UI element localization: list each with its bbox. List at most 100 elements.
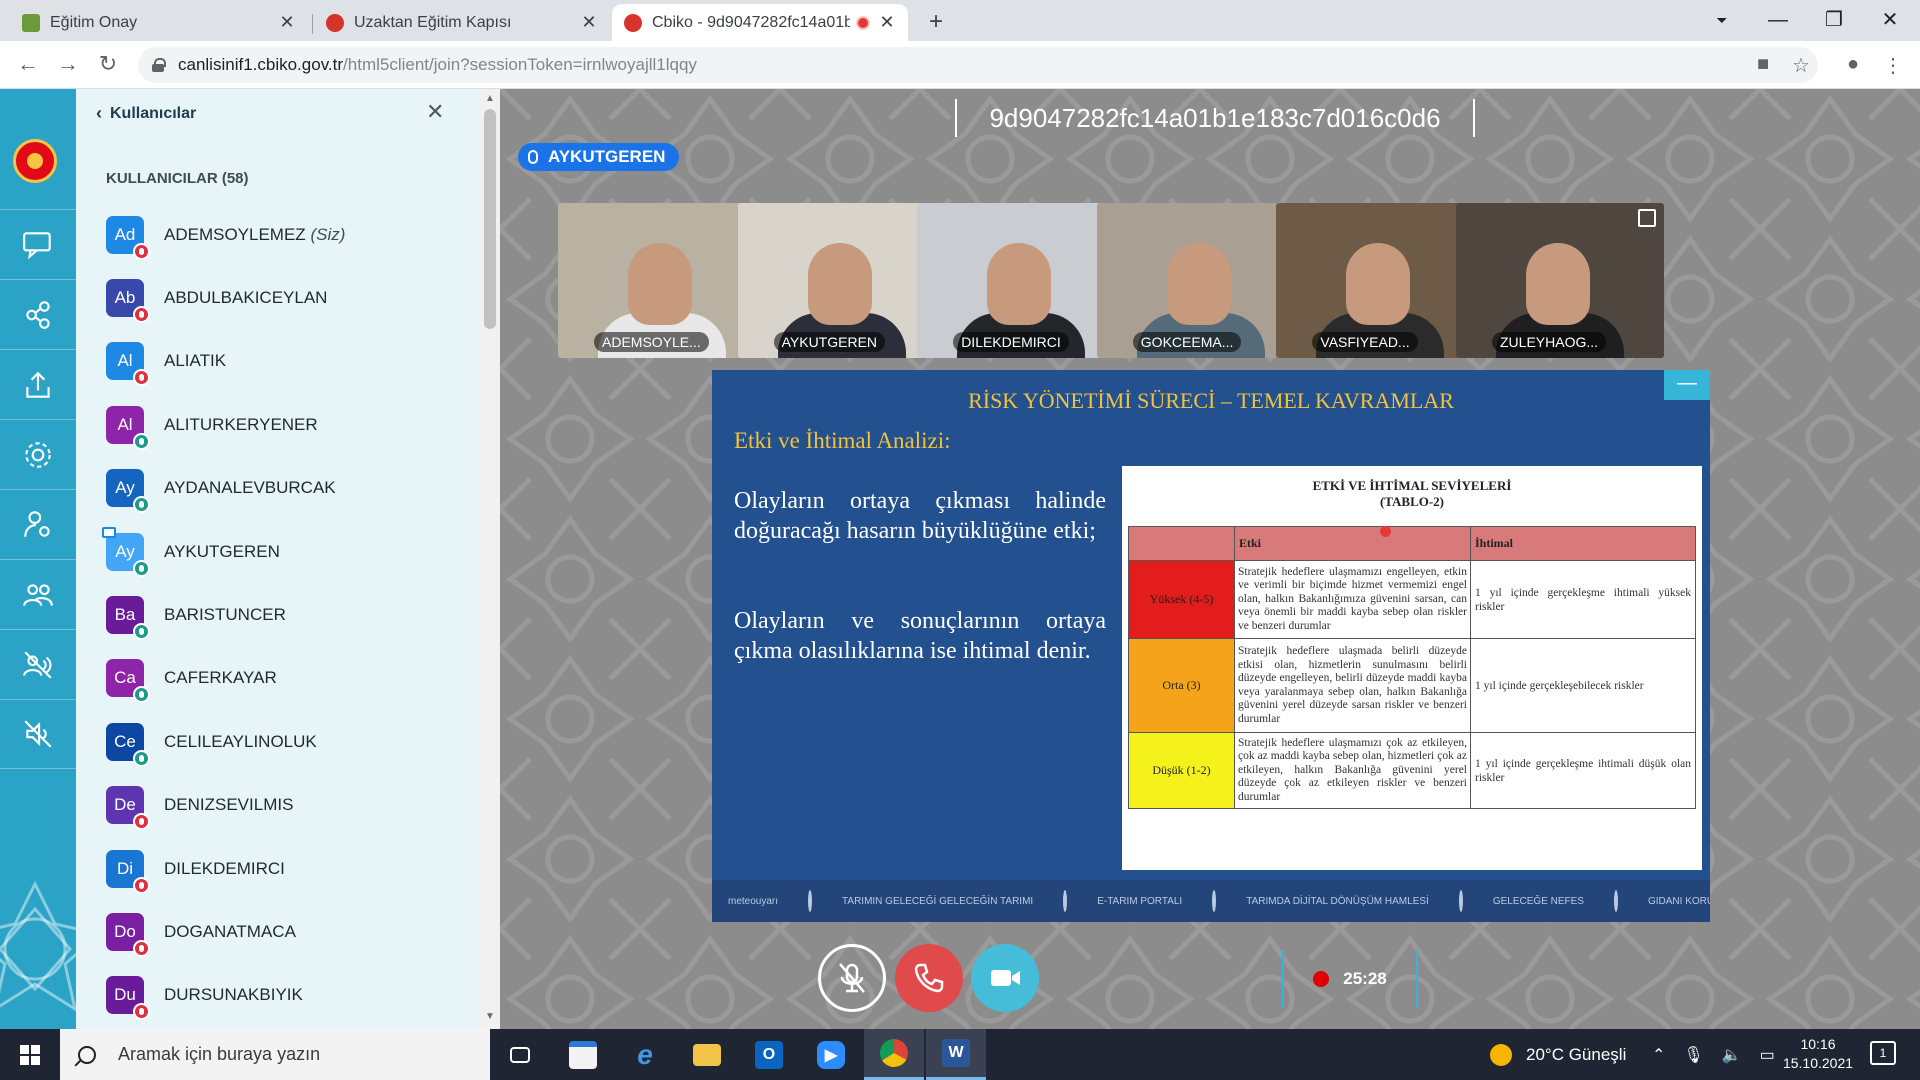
microphone-muted-icon xyxy=(133,242,150,260)
address-bar[interactable]: canlisinif1.cbiko.gov.tr/html5client/joi… xyxy=(138,47,1818,83)
fullscreen-icon[interactable] xyxy=(1638,209,1656,227)
user-list-item[interactable]: De DENIZSEVILMIS xyxy=(106,774,466,837)
avatar-initials: Ba xyxy=(114,605,136,625)
user-name: ALITURKERYENER xyxy=(164,415,318,435)
user-list-item[interactable]: Di DILEKDEMIRCI xyxy=(106,837,466,900)
webcam-tile[interactable]: VASFIYEAD... xyxy=(1276,203,1485,358)
scrollbar-thumb[interactable] xyxy=(484,109,496,329)
internet-explorer-icon: e xyxy=(637,1038,653,1070)
minimize-button[interactable]: — xyxy=(1758,4,1798,36)
more-menu-icon[interactable]: ⋮ xyxy=(1880,53,1906,78)
user-list-item[interactable]: Ay AYKUTGEREN xyxy=(102,520,466,583)
speaker-muted-icon[interactable]: 🔈 xyxy=(1722,1045,1742,1065)
lock-audio-button[interactable] xyxy=(0,699,76,769)
user-list-item[interactable]: Ab ABDULBAKICEYLAN xyxy=(106,266,466,329)
user-list-item[interactable]: Al ALIATIK xyxy=(106,330,466,393)
webcam-user-name[interactable]: GOKCEEMA... xyxy=(1132,332,1242,352)
close-icon[interactable]: ✕ xyxy=(580,12,598,33)
impact-probability-table: Etki İhtimal Yüksek (4-5) Stratejik hedef… xyxy=(1128,526,1696,809)
webcam-user-name[interactable]: ADEMSOYLE... xyxy=(594,332,709,352)
ihtimal-cell: 1 yıl içinde gerçekleşme ihtimali yüksek… xyxy=(1470,560,1696,639)
slide-table-title-line1: ETKİ VE İHTİMAL SEVİYELERİ xyxy=(1312,478,1512,493)
recording-time: 25:28 xyxy=(1343,969,1387,988)
footer-logo-icon xyxy=(1613,890,1618,912)
profile-avatar-icon[interactable]: ● xyxy=(1840,53,1866,76)
tab-favicon-icon xyxy=(22,13,40,32)
back-button[interactable]: ← xyxy=(14,51,42,77)
taskbar-zoom[interactable]: ▶ xyxy=(801,1029,861,1080)
user-list-item[interactable]: Ad ADEMSOYLEMEZ (Siz) xyxy=(106,203,466,266)
browser-tab-cbiko[interactable]: Cbiko - 9d9047282fc14a01b ✕ xyxy=(612,4,908,41)
mute-all-button[interactable] xyxy=(0,629,76,699)
unmute-microphone-button[interactable] xyxy=(818,944,886,1012)
chevron-left-icon[interactable]: ‹ xyxy=(96,103,102,124)
taskbar-outlook[interactable]: O xyxy=(739,1029,799,1080)
browser-tab-egitim-onay[interactable]: Eğitim Onay ✕ xyxy=(10,4,308,41)
scroll-up-icon[interactable]: ▲ xyxy=(485,93,495,104)
leave-audio-button[interactable] xyxy=(895,944,963,1012)
user-list-item[interactable]: Ca CAFERKAYAR xyxy=(106,647,466,710)
webcam-tile[interactable]: DILEKDEMIRCI xyxy=(917,203,1126,358)
microphone-tray-icon[interactable]: 🎙 xyxy=(1683,1045,1703,1065)
user-list-item[interactable]: Ay AYDANALEVBURCAK xyxy=(106,457,466,520)
notification-count: 1 xyxy=(1879,1046,1887,1060)
camera-permission-icon[interactable]: ■ xyxy=(1750,53,1776,76)
scroll-down-icon[interactable]: ▼ xyxy=(485,1011,495,1022)
taskbar-clock[interactable]: 10:16 15.10.2021 xyxy=(1776,1035,1860,1073)
share-button[interactable] xyxy=(0,279,76,349)
headphones-icon xyxy=(133,496,150,514)
users-panel-scrollbar[interactable]: ▲ ▼ xyxy=(480,89,500,1029)
taskbar-file-explorer[interactable] xyxy=(677,1029,737,1080)
person-face xyxy=(1346,243,1411,325)
webcam-tile[interactable]: ZULEYHAOG... xyxy=(1456,203,1664,358)
close-icon[interactable]: ✕ xyxy=(278,12,296,33)
weather-widget[interactable]: 20°C Güneşli xyxy=(1490,1029,1626,1080)
settings-button[interactable] xyxy=(0,419,76,489)
close-icon[interactable]: ✕ xyxy=(878,12,896,33)
settings-icon xyxy=(25,441,51,468)
reload-button[interactable]: ↻ xyxy=(94,51,122,77)
task-view-button[interactable] xyxy=(490,1029,550,1080)
recording-timer[interactable]: 25:28 xyxy=(1282,950,1418,1008)
share-webcam-button[interactable] xyxy=(971,944,1039,1012)
close-window-button[interactable]: ✕ xyxy=(1870,4,1910,36)
bookmark-star-icon[interactable]: ☆ xyxy=(1788,53,1814,78)
user-list-item[interactable]: Du DURSUNAKBIYIK xyxy=(106,964,466,1027)
taskbar-search[interactable]: Aramak için buraya yazın xyxy=(60,1029,490,1080)
users-button[interactable] xyxy=(0,559,76,629)
talking-indicator: AYKUTGEREN xyxy=(518,143,680,171)
lock-icon[interactable] xyxy=(152,58,166,72)
webcam-user-name[interactable]: VASFIYEAD... xyxy=(1312,332,1418,352)
webcam-user-name[interactable]: DILEKDEMIRCI xyxy=(953,332,1069,352)
user-settings-button[interactable] xyxy=(0,489,76,559)
forward-button[interactable]: → xyxy=(54,51,82,77)
chat-button[interactable] xyxy=(0,209,76,279)
user-list-item[interactable]: Ba BARISTUNCER xyxy=(106,583,466,646)
start-button[interactable] xyxy=(0,1029,60,1080)
user-name-text: DILEKDEMIRCI xyxy=(164,858,285,878)
avatar: Al xyxy=(106,405,150,450)
taskbar-store[interactable] xyxy=(553,1029,613,1080)
user-list-item[interactable]: Do DOGANATMACA xyxy=(106,900,466,963)
taskbar-chrome[interactable] xyxy=(864,1029,924,1080)
new-tab-button[interactable]: + xyxy=(922,8,950,36)
webcam-user-name[interactable]: AYKUTGEREN xyxy=(773,332,886,352)
browser-tab-uzaktan-egitim[interactable]: Uzaktan Eğitim Kapısı ✕ xyxy=(314,4,610,41)
taskbar-internet-explorer[interactable]: e xyxy=(615,1029,675,1080)
taskbar-word[interactable]: W xyxy=(926,1029,986,1080)
webcam-tile[interactable]: AYKUTGEREN xyxy=(737,203,946,358)
notification-center-button[interactable]: 1 xyxy=(1870,1041,1896,1065)
table-row: Düşük (1-2) Stratejik hedeflere ulaşmamız… xyxy=(1128,732,1696,809)
webcam-user-name[interactable]: ZULEYHAOG... xyxy=(1492,332,1607,352)
chevron-up-icon[interactable]: ⌃ xyxy=(1652,1045,1665,1065)
user-list-item[interactable]: Ce CELILEAYLINOLUK xyxy=(106,710,466,773)
battery-icon[interactable]: ▭ xyxy=(1760,1045,1775,1065)
tab-search-icon[interactable]: ⏷ xyxy=(1702,4,1742,36)
user-list-item[interactable]: Al ALITURKERYENER xyxy=(106,393,466,456)
maximize-button[interactable]: ❐ xyxy=(1814,4,1854,36)
webcam-tile[interactable]: ADEMSOYLE... xyxy=(558,203,766,358)
upload-button[interactable] xyxy=(0,349,76,419)
users-panel-header[interactable]: ‹ Kullanıcılar xyxy=(96,103,196,124)
close-icon[interactable]: ✕ xyxy=(426,99,444,125)
webcam-tile[interactable]: GOKCEEMA... xyxy=(1096,203,1305,358)
